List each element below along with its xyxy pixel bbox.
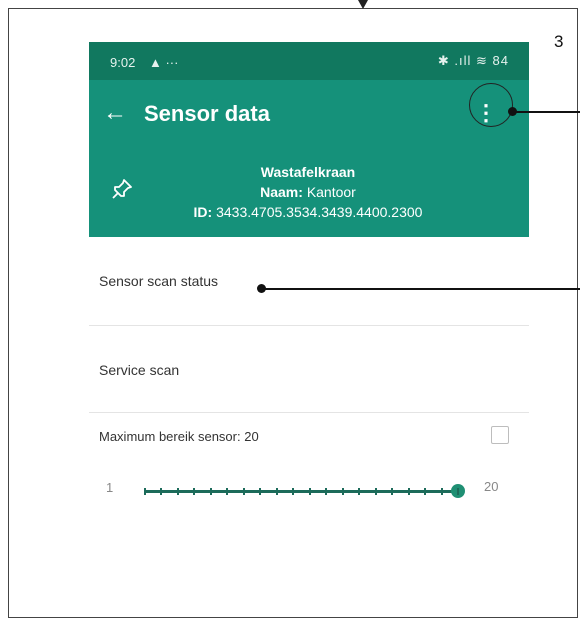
page-title: Sensor data [144, 101, 270, 126]
sensor-scan-status-row[interactable]: Sensor scan status [89, 237, 529, 326]
id-label: ID: [193, 204, 213, 220]
slider-tick [440, 488, 443, 495]
range-slider[interactable] [144, 484, 465, 498]
max-range-checkbox[interactable] [491, 426, 509, 444]
sensor-scan-status-label: Sensor scan status [99, 273, 219, 289]
naam-value: Kantoor [306, 184, 356, 200]
service-scan-row[interactable]: Service scan [89, 326, 529, 413]
slider-tick [259, 488, 262, 495]
slider-tick [341, 488, 344, 495]
slider-tick [242, 488, 245, 495]
slider-tick [193, 488, 196, 495]
device-info: Wastafelkraan Naam: Kantoor ID: 3433.470… [149, 162, 467, 222]
notification-icons: ▲ ··· [149, 55, 179, 70]
slider-tick [457, 488, 459, 495]
scan-status-pointer-line [261, 288, 580, 290]
id-value: 3433.4705.3534.3439.4400.2300 [216, 204, 423, 220]
pin-icon[interactable] [110, 177, 134, 208]
pin-icon-svg [112, 179, 132, 199]
slider-tick [325, 488, 328, 495]
arrow-left-icon[interactable]: ← [103, 101, 127, 125]
max-range-label: Maximum bereik sensor: 20 [99, 429, 259, 444]
device-id: ID: 3433.4705.3534.3439.4400.2300 [149, 202, 467, 222]
service-scan-label: Service scan [99, 362, 180, 378]
slider-tick [275, 488, 278, 495]
max-range-row: Maximum bereik sensor: 20 1 20 [89, 413, 529, 524]
slider-tick [292, 488, 295, 495]
slider-tick [226, 488, 229, 495]
pointer-arrow-down-icon [358, 0, 368, 9]
naam-label: Naam: [260, 184, 303, 200]
slider-tick [358, 488, 361, 495]
system-status-icons: ✱ .ıll ≋ 84 [437, 53, 509, 68]
menu-pointer-line [512, 111, 580, 113]
slider-tick [407, 488, 410, 495]
slider-tick [391, 488, 394, 495]
step-number: 3 [554, 32, 564, 51]
slider-tick [209, 488, 212, 495]
slider-tick [160, 488, 163, 495]
slider-tick [144, 488, 146, 495]
status-time: 9:02 [110, 55, 136, 70]
slider-tick [308, 488, 311, 495]
phone-screen: 9:02 ▲ ··· ✱ .ıll ≋ 84 ← Sensor data ⋮ W… [89, 42, 529, 524]
slider-max-label: 20 [484, 479, 499, 494]
slider-tick [176, 488, 179, 495]
menu-highlight-circle [469, 83, 513, 127]
slider-tick [424, 488, 427, 495]
device-naam: Naam: Kantoor [149, 182, 467, 202]
slider-min-label: 1 [106, 480, 114, 495]
device-name: Wastafelkraan [260, 164, 356, 180]
slider-tick [374, 488, 377, 495]
status-bar: 9:02 ▲ ··· ✱ .ıll ≋ 84 [89, 42, 529, 80]
